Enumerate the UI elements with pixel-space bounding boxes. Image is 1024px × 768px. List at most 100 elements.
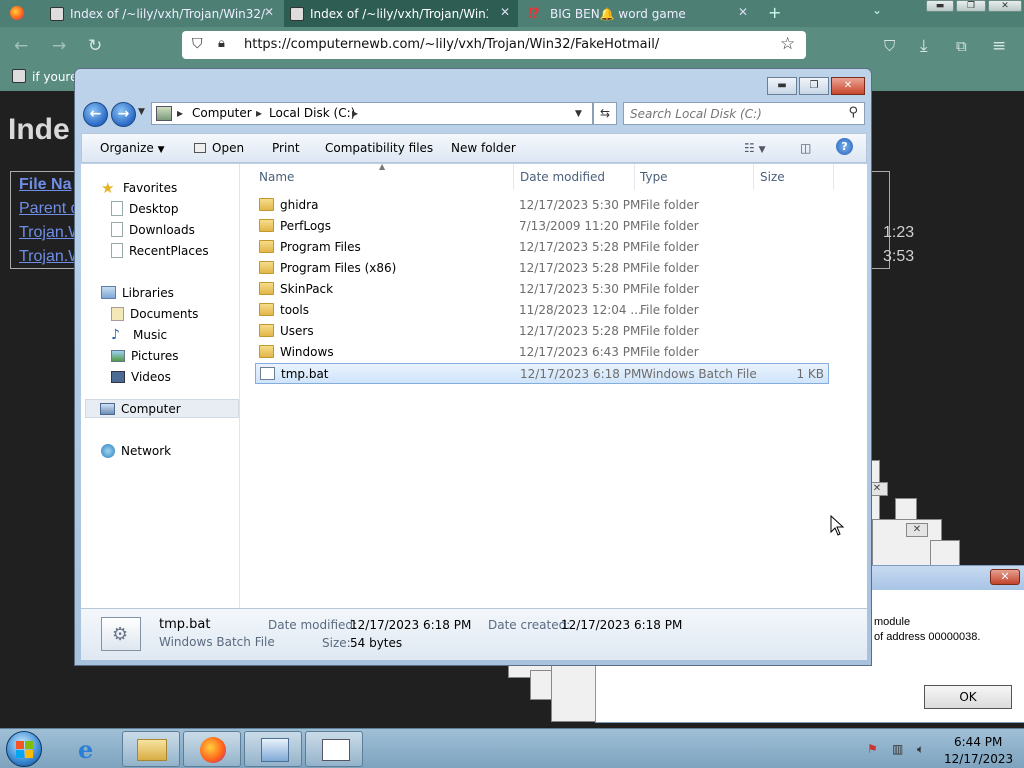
lock-icon[interactable]: 🔒︎ [218, 36, 225, 51]
browser-minimize-icon[interactable]: ▬ [926, 0, 954, 12]
open-button[interactable]: Open [194, 141, 244, 155]
browser-maximize-icon[interactable]: ❐ [956, 0, 986, 12]
parent-directory-link[interactable]: Parent d [19, 200, 79, 218]
column-divider[interactable] [753, 164, 754, 190]
file-row-selected[interactable]: tmp.bat 12/17/2023 6:18 PM Windows Batch… [255, 363, 829, 384]
back-button[interactable]: ← [83, 102, 108, 127]
column-header-name[interactable]: Name [259, 170, 294, 184]
file-type: File folder [640, 345, 699, 359]
nav-pictures[interactable]: Pictures [111, 346, 179, 365]
taskbar-file-explorer[interactable] [122, 731, 180, 767]
file-size: 1 KB [796, 367, 824, 381]
computer-icon [100, 402, 115, 415]
clock-time[interactable]: 6:44 PM [954, 735, 1002, 749]
nav-downloads[interactable]: Downloads [111, 220, 195, 239]
browser-close-icon[interactable]: ✕ [988, 0, 1022, 12]
extensions-icon[interactable]: ⧉ [956, 36, 967, 56]
breadcrumb-computer[interactable]: Computer [192, 106, 252, 120]
forward-button[interactable]: → [111, 102, 136, 127]
action-center-icon[interactable]: ⚑ [867, 742, 883, 758]
file-row[interactable]: Program Files (x86) 12/17/2023 5:28 PM F… [255, 258, 829, 279]
column-header-size[interactable]: Size [760, 170, 785, 184]
ok-button[interactable]: OK [924, 685, 1012, 709]
column-header-type[interactable]: Type [640, 170, 668, 184]
print-button[interactable]: Print [272, 141, 300, 155]
dialog-close-icon[interactable]: ✕ [906, 523, 928, 537]
column-header-link[interactable]: File Na [19, 176, 71, 194]
column-header-date[interactable]: Date modified [520, 170, 605, 184]
nav-network[interactable]: Network [101, 441, 171, 460]
bookmark-star-icon[interactable]: ☆ [780, 34, 795, 54]
breadcrumb-separator-icon[interactable]: ▸ [256, 106, 262, 120]
nav-desktop[interactable]: Desktop [111, 199, 179, 218]
preview-pane-icon[interactable]: ◫ [800, 141, 811, 155]
organize-button[interactable]: Organize ▼ [100, 141, 165, 155]
file-row[interactable]: SkinPack 12/17/2023 5:30 PM File folder [255, 279, 829, 300]
taskbar-task-list[interactable] [305, 731, 363, 767]
file-row[interactable]: ghidra 12/17/2023 5:30 PM File folder [255, 195, 829, 216]
taskbar-firefox[interactable] [183, 731, 241, 767]
maximize-icon[interactable]: ❐ [799, 77, 829, 95]
network-tray-icon[interactable]: ▥ [892, 742, 908, 758]
address-bar[interactable]: ▸ Computer ▸ Local Disk (C:) ▸ ▼ [151, 102, 593, 125]
breadcrumb-local-disk[interactable]: Local Disk (C:) [269, 106, 355, 120]
column-divider[interactable] [513, 164, 514, 190]
search-input[interactable] [630, 105, 840, 122]
firefox-menu-icon[interactable] [10, 6, 24, 20]
downloads-icon[interactable]: ⤓ [920, 36, 928, 56]
taskbar-internet-explorer[interactable]: e [61, 731, 119, 767]
column-divider[interactable] [634, 164, 635, 190]
tab-big-ben[interactable]: ⁉ BIG BEN🔔 word game ✕ [522, 0, 756, 27]
url-text[interactable]: https://computernewb.com/~lily/vxh/Troja… [244, 37, 659, 52]
breadcrumb-separator-icon[interactable]: ▸ [177, 106, 183, 120]
gear-icon: ⚙ [112, 624, 129, 645]
help-icon[interactable]: ? [836, 138, 853, 155]
nav-music[interactable]: ♪ Music [111, 325, 167, 344]
tab-close-icon[interactable]: ✕ [500, 5, 510, 19]
file-row[interactable]: Windows 12/17/2023 6:43 PM File folder [255, 342, 829, 363]
pocket-icon[interactable]: ⛉ [884, 36, 895, 56]
file-row[interactable]: Program Files 12/17/2023 5:28 PM File fo… [255, 237, 829, 258]
view-options-icon[interactable]: ☷ ▼ [744, 141, 766, 155]
search-box[interactable]: ⚲ [623, 102, 865, 125]
tab-close-icon[interactable]: ✕ [738, 5, 748, 19]
taskbar-control-panel[interactable] [244, 731, 302, 767]
start-button[interactable] [6, 731, 42, 767]
error-close-button[interactable]: ✕ [990, 569, 1020, 585]
address-dropdown-icon[interactable]: ▼ [575, 109, 582, 119]
forward-arrow-icon[interactable]: → [52, 36, 66, 56]
nav-computer[interactable]: Computer [85, 399, 239, 418]
new-tab-button[interactable]: + [768, 3, 781, 22]
clock-date[interactable]: 12/17/2023 [944, 752, 1013, 766]
open-label: Open [212, 141, 245, 155]
nav-videos[interactable]: Videos [111, 367, 171, 386]
recent-pages-icon[interactable]: ▼ [138, 107, 145, 117]
minimize-icon[interactable]: ▬ [767, 77, 797, 95]
search-icon[interactable]: ⚲ [848, 105, 858, 120]
shield-icon[interactable]: ⛉ [192, 36, 203, 52]
compatibility-files-button[interactable]: Compatibility files [325, 141, 433, 155]
column-divider[interactable] [833, 164, 834, 190]
tab-index-fakehotmail[interactable]: Index of /~lily/vxh/Trojan/Win32/Fa ✕ [284, 0, 518, 27]
tab-close-icon[interactable]: ✕ [264, 5, 274, 19]
file-row[interactable]: Users 12/17/2023 5:28 PM File folder [255, 321, 829, 342]
file-row[interactable]: tools 11/28/2023 12:04 ... File folder [255, 300, 829, 321]
nav-libraries[interactable]: Libraries [101, 283, 174, 302]
close-icon[interactable]: ✕ [831, 77, 865, 95]
new-folder-button[interactable]: New folder [451, 141, 516, 155]
refresh-button[interactable]: ⇆ [593, 102, 617, 125]
nav-favorites[interactable]: ★ Favorites [101, 178, 177, 197]
error-message-line: of address 00000038. [874, 631, 981, 643]
list-all-tabs-icon[interactable]: ⌄ [872, 3, 882, 17]
breadcrumb-separator-icon[interactable]: ▸ [352, 106, 358, 120]
tab-index-win32[interactable]: Index of /~lily/vxh/Trojan/Win32/ ✕ [44, 0, 282, 27]
url-bar[interactable]: ⛉ 🔒︎ https://computernewb.com/~lily/vxh/… [182, 31, 806, 59]
reload-icon[interactable]: ↻ [88, 36, 102, 56]
menu-hamburger-icon[interactable]: ≡ [992, 36, 1006, 56]
nav-recent-places[interactable]: RecentPlaces [111, 241, 209, 260]
nav-documents[interactable]: Documents [111, 304, 198, 323]
bookmark-item[interactable]: if youre [32, 70, 77, 84]
back-arrow-icon[interactable]: ← [14, 36, 28, 56]
file-row[interactable]: PerfLogs 7/13/2009 11:20 PM File folder [255, 216, 829, 237]
volume-muted-icon[interactable]: 🔈︎ [917, 742, 933, 758]
